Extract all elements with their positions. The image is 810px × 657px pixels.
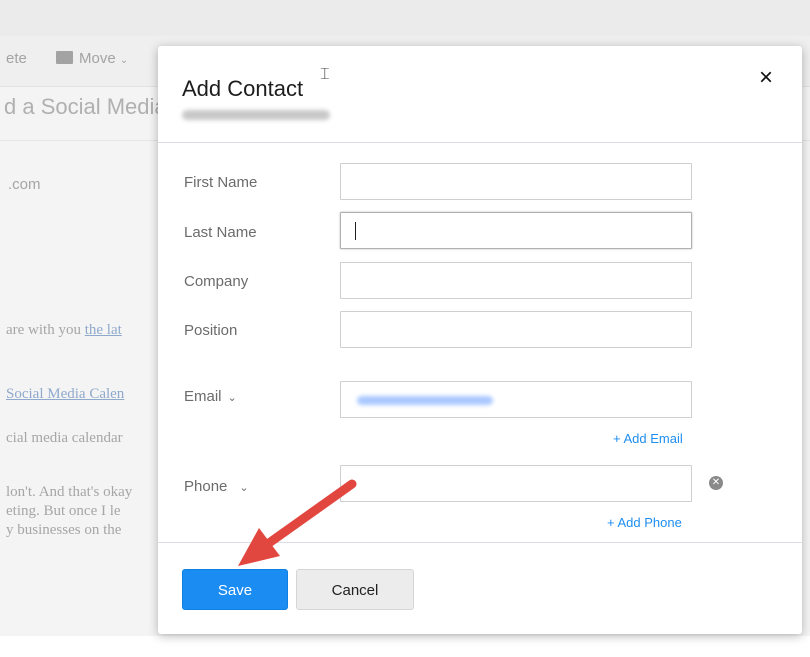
save-button[interactable]: Save xyxy=(182,569,288,610)
text-caret xyxy=(355,222,356,240)
account-email-redacted xyxy=(182,110,330,120)
position-label: Position xyxy=(184,322,238,339)
cancel-button[interactable]: Cancel xyxy=(296,569,414,610)
move-label: Move xyxy=(79,50,116,67)
email-value-redacted xyxy=(357,396,493,405)
add-phone-link[interactable]: + Add Phone xyxy=(607,515,682,530)
body-link[interactable]: Social Media Calen xyxy=(6,386,124,402)
dialog-footer: Save Cancel xyxy=(158,542,802,635)
add-email-link[interactable]: + Add Email xyxy=(613,431,683,446)
chevron-down-icon: ⌄ xyxy=(239,482,249,494)
email-sender: .com xyxy=(8,176,41,193)
company-input[interactable] xyxy=(340,262,692,299)
dialog-header: Add Contact ⌶ × xyxy=(158,46,802,143)
email-subject: d a Social Media xyxy=(4,94,167,119)
phone-type-selector[interactable]: Phone ⌄ xyxy=(184,478,249,495)
last-name-label: Last Name xyxy=(184,224,257,241)
dialog-title: Add Contact xyxy=(182,76,304,101)
remove-circle-icon[interactable]: ✕ xyxy=(709,476,723,490)
text-cursor-icon: ⌶ xyxy=(320,66,330,83)
background-bottom xyxy=(0,636,810,657)
folder-icon xyxy=(56,51,73,64)
first-name-label: First Name xyxy=(184,174,258,191)
chevron-down-icon: ⌄ xyxy=(227,392,237,404)
body-line: cial media calendar xyxy=(6,430,123,446)
background-topbar xyxy=(0,0,810,36)
body-line: y businesses on the xyxy=(6,522,122,538)
body-line: lon't. And that's okay xyxy=(6,484,133,500)
body-link[interactable]: the lat xyxy=(85,322,122,338)
close-icon[interactable]: × xyxy=(754,66,778,90)
company-label: Company xyxy=(184,273,249,290)
body-line: are with you the lat xyxy=(6,322,122,338)
delete-button[interactable]: ete xyxy=(6,50,27,67)
body-line: eting. But once I le xyxy=(6,503,121,519)
add-contact-dialog: Add Contact ⌶ × First Name Last Name Com… xyxy=(158,46,802,634)
email-type-selector[interactable]: Email ⌄ xyxy=(184,388,237,405)
body-line: Social Media Calen xyxy=(6,386,124,403)
email-input[interactable] xyxy=(340,381,692,418)
phone-label: Phone xyxy=(184,478,228,495)
first-name-input[interactable] xyxy=(340,163,692,200)
position-input[interactable] xyxy=(340,311,692,348)
phone-input[interactable] xyxy=(340,465,692,502)
chevron-down-icon: ⌄ xyxy=(119,55,129,66)
email-label: Email xyxy=(184,388,222,405)
move-button[interactable]: Move ⌄ xyxy=(56,50,128,67)
last-name-input[interactable] xyxy=(340,212,692,249)
